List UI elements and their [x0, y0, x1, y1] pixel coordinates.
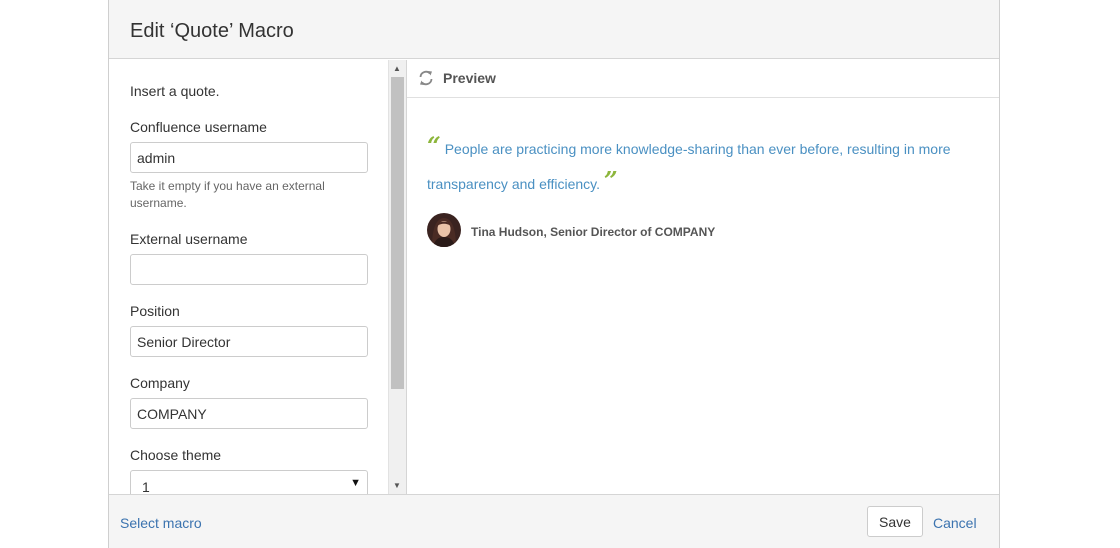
dialog-title: Edit ‘Quote’ Macro: [130, 20, 294, 42]
author-name: Tina Hudson, Senior Director of COMPANY: [471, 225, 716, 239]
quote-preview: “ People are practicing more knowledge-s…: [427, 132, 987, 202]
select-macro-link[interactable]: Select macro: [120, 515, 202, 531]
form-intro: Insert a quote.: [130, 83, 220, 99]
dialog-header: Edit ‘Quote’ Macro: [109, 0, 999, 59]
position-label: Position: [130, 303, 180, 319]
confluence-username-label: Confluence username: [130, 119, 267, 135]
close-quote-mark: ”: [603, 166, 618, 195]
save-button[interactable]: Save: [867, 506, 923, 537]
position-input[interactable]: [130, 326, 368, 357]
external-username-label: External username: [130, 231, 248, 247]
macro-form-panel: Insert a quote. Confluence username Take…: [109, 60, 407, 494]
theme-select[interactable]: 1 ▼: [130, 470, 368, 494]
refresh-icon[interactable]: [417, 69, 435, 87]
cancel-link[interactable]: Cancel: [933, 515, 977, 531]
preview-header: Preview: [407, 60, 999, 98]
quote-text: People are practicing more knowledge-sha…: [427, 141, 951, 192]
company-input[interactable]: [130, 398, 368, 429]
scroll-up-arrow-icon[interactable]: ▲: [393, 64, 401, 73]
theme-label: Choose theme: [130, 447, 222, 463]
avatar: [427, 213, 461, 247]
company-label: Company: [130, 375, 190, 391]
scroll-thumb[interactable]: [391, 77, 404, 389]
open-quote-mark: “: [427, 131, 441, 160]
confluence-username-input[interactable]: [130, 142, 368, 173]
caret-down-icon: ▼: [350, 477, 361, 489]
theme-select-value: 1: [142, 479, 150, 494]
panel-divider: [406, 60, 407, 494]
external-username-input[interactable]: [130, 254, 368, 285]
preview-title: Preview: [443, 70, 496, 86]
edit-macro-dialog: Edit ‘Quote’ Macro Insert a quote. Confl…: [108, 0, 1000, 548]
confluence-username-help: Take it empty if you have an external us…: [130, 179, 325, 210]
form-scrollbar[interactable]: ▲ ▼: [388, 60, 406, 494]
dialog-footer: Select macro Save Cancel: [109, 494, 999, 548]
scroll-down-arrow-icon[interactable]: ▼: [393, 481, 401, 490]
